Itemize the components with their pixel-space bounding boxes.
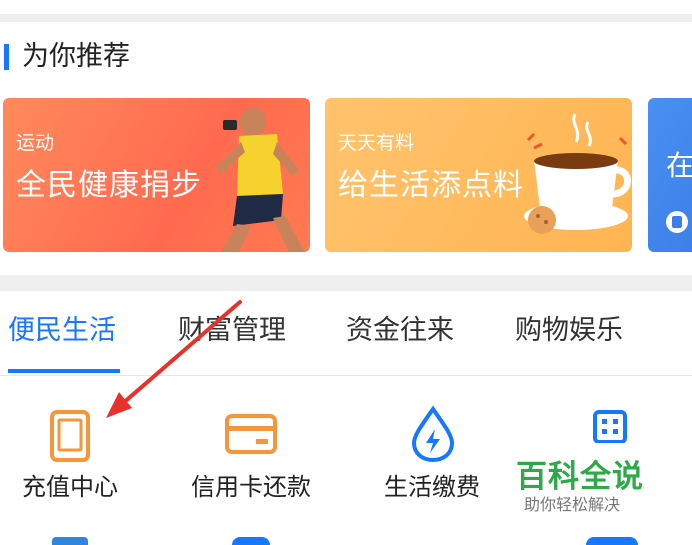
annotation-arrow	[106, 300, 242, 418]
